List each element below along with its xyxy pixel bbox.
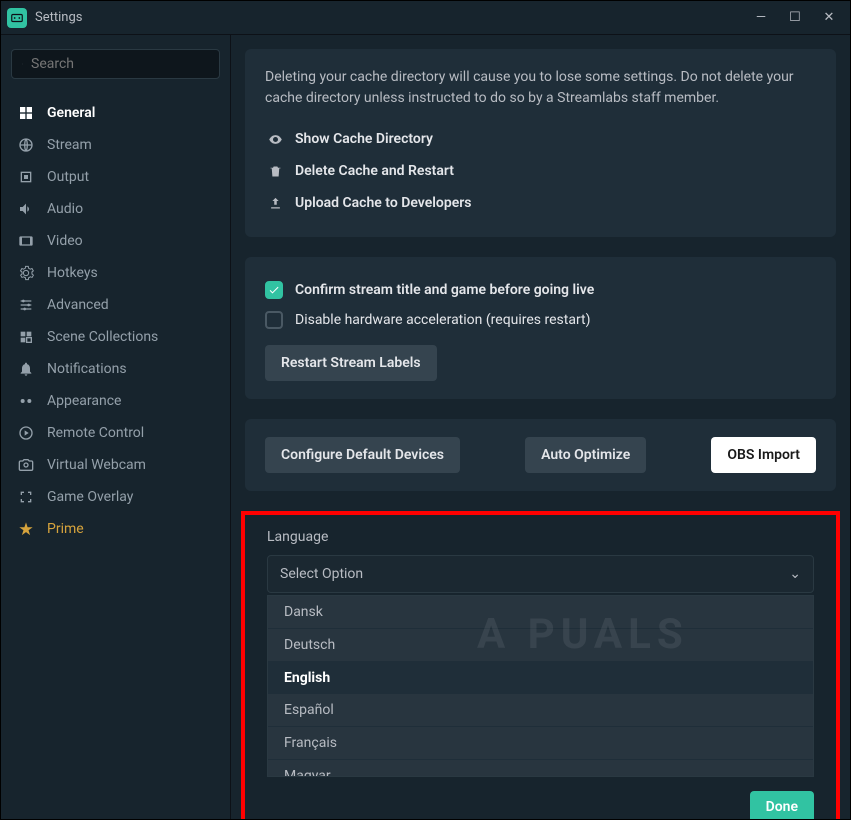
sidebar-item-appearance[interactable]: Appearance xyxy=(11,385,220,417)
language-highlight-block: Language Select Option ⌄ Dansk Deutsch E… xyxy=(241,511,840,819)
sidebar-item-remote-control[interactable]: Remote Control xyxy=(11,417,220,449)
gear-icon xyxy=(17,264,35,282)
main-panel: Deleting your cache directory will cause… xyxy=(231,35,850,819)
sidebar-item-prime[interactable]: Prime xyxy=(11,513,220,545)
checkbox-label: Disable hardware acceleration (requires … xyxy=(295,312,591,328)
language-option-dansk[interactable]: Dansk xyxy=(268,596,813,628)
camera-icon xyxy=(17,456,35,474)
select-placeholder: Select Option xyxy=(280,566,363,582)
sidebar-item-stream[interactable]: Stream xyxy=(11,129,220,161)
language-select[interactable]: Select Option ⌄ xyxy=(267,555,814,593)
language-option-magyar[interactable]: Magyar xyxy=(268,760,813,777)
restart-stream-labels-button[interactable]: Restart Stream Labels xyxy=(265,345,437,381)
sidebar-item-output[interactable]: Output xyxy=(11,161,220,193)
sidebar-item-label: Remote Control xyxy=(47,425,144,441)
sidebar-item-scene-collections[interactable]: Scene Collections xyxy=(11,321,220,353)
confirm-title-checkbox-row[interactable]: Confirm stream title and game before goi… xyxy=(265,275,816,305)
upload-icon xyxy=(265,196,285,211)
disable-hw-checkbox-row[interactable]: Disable hardware acceleration (requires … xyxy=(265,305,816,335)
sidebar-item-general[interactable]: General xyxy=(11,97,220,129)
language-option-espanol[interactable]: Español xyxy=(268,694,813,726)
maximize-button[interactable]: ☐ xyxy=(780,4,810,32)
video-icon xyxy=(17,232,35,250)
auto-optimize-button[interactable]: Auto Optimize xyxy=(525,437,646,473)
action-label: Show Cache Directory xyxy=(295,131,433,147)
search-input[interactable] xyxy=(31,56,209,72)
settings-window: Settings — ☐ ✕ General Stream Output xyxy=(0,0,851,820)
checkbox-checked-icon xyxy=(265,281,283,299)
language-label: Language xyxy=(267,529,814,545)
play-icon xyxy=(17,424,35,442)
collection-icon xyxy=(17,328,35,346)
audio-icon xyxy=(17,200,35,218)
device-buttons-card: Configure Default Devices Auto Optimize … xyxy=(245,419,836,491)
done-button[interactable]: Done xyxy=(750,791,814,819)
output-icon xyxy=(17,168,35,186)
sidebar-item-label: Game Overlay xyxy=(47,489,133,505)
titlebar: Settings — ☐ ✕ xyxy=(1,1,850,35)
close-button[interactable]: ✕ xyxy=(814,4,844,32)
cache-warning-text: Deleting your cache directory will cause… xyxy=(265,67,816,109)
show-cache-action[interactable]: Show Cache Directory xyxy=(265,123,816,155)
grid-icon xyxy=(17,104,35,122)
sidebar-item-label: Virtual Webcam xyxy=(47,457,146,473)
sidebar-item-hotkeys[interactable]: Hotkeys xyxy=(11,257,220,289)
app-icon xyxy=(7,8,27,28)
chevron-down-icon: ⌄ xyxy=(789,566,801,582)
sidebar-item-label: Notifications xyxy=(47,361,127,377)
action-label: Delete Cache and Restart xyxy=(295,163,454,179)
sidebar-item-advanced[interactable]: Advanced xyxy=(11,289,220,321)
obs-import-button[interactable]: OBS Import xyxy=(711,437,816,473)
eye-icon xyxy=(265,132,285,147)
expand-icon xyxy=(17,488,35,506)
checkbox-empty-icon xyxy=(265,311,283,329)
sliders-icon xyxy=(17,296,35,314)
globe-icon xyxy=(17,136,35,154)
trash-icon xyxy=(265,164,285,179)
sidebar-item-label: Video xyxy=(47,233,83,249)
stream-options-card: Confirm stream title and game before goi… xyxy=(245,257,836,399)
sidebar-item-label: Prime xyxy=(47,521,84,537)
sidebar-item-notifications[interactable]: Notifications xyxy=(11,353,220,385)
configure-devices-button[interactable]: Configure Default Devices xyxy=(265,437,460,473)
language-option-deutsch[interactable]: Deutsch xyxy=(268,629,813,661)
sidebar-item-game-overlay[interactable]: Game Overlay xyxy=(11,481,220,513)
action-label: Upload Cache to Developers xyxy=(295,195,471,211)
language-option-francais[interactable]: Français xyxy=(268,727,813,759)
sidebar-item-label: Hotkeys xyxy=(47,265,98,281)
sidebar-item-label: Scene Collections xyxy=(47,329,158,345)
window-title: Settings xyxy=(35,10,746,25)
minimize-button[interactable]: — xyxy=(746,4,776,32)
sidebar-item-label: General xyxy=(47,105,95,121)
checkbox-label: Confirm stream title and game before goi… xyxy=(295,282,594,298)
sidebar: General Stream Output Audio Video Hotkey… xyxy=(1,35,231,819)
sidebar-item-label: Output xyxy=(47,169,89,185)
sidebar-item-virtual-webcam[interactable]: Virtual Webcam xyxy=(11,449,220,481)
upload-cache-action[interactable]: Upload Cache to Developers xyxy=(265,187,816,219)
star-icon xyxy=(17,520,35,538)
sidebar-item-label: Audio xyxy=(47,201,83,217)
search-icon xyxy=(22,57,23,71)
search-box[interactable] xyxy=(11,49,220,79)
sidebar-item-audio[interactable]: Audio xyxy=(11,193,220,225)
cache-card: Deleting your cache directory will cause… xyxy=(245,49,836,237)
language-option-english[interactable]: English xyxy=(268,662,813,694)
sidebar-item-video[interactable]: Video xyxy=(11,225,220,257)
bell-icon xyxy=(17,360,35,378)
sidebar-item-label: Appearance xyxy=(47,393,121,409)
sidebar-item-label: Advanced xyxy=(47,297,109,313)
theme-icon xyxy=(17,392,35,410)
language-dropdown[interactable]: Dansk Deutsch English Español Français M… xyxy=(267,595,814,777)
sidebar-item-label: Stream xyxy=(47,137,92,153)
delete-cache-action[interactable]: Delete Cache and Restart xyxy=(265,155,816,187)
